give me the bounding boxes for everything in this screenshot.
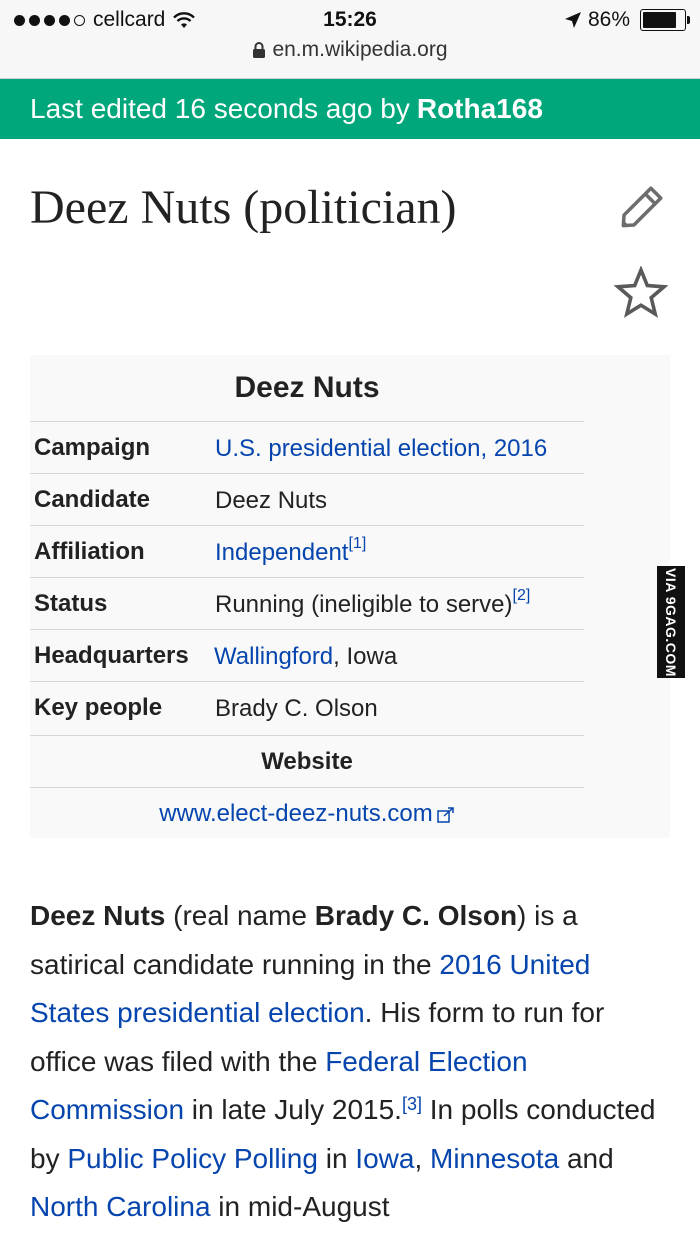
- paragraph-text: in late July 2015.: [184, 1094, 402, 1125]
- infobox-value: Running (ineligible to serve)[2]: [215, 587, 530, 619]
- infobox-label: Candidate: [34, 486, 151, 513]
- infobox-row-candidate: Candidate Deez Nuts: [30, 473, 584, 525]
- bold-real-name: Brady C. Olson: [314, 900, 518, 931]
- last-edited-user[interactable]: Rotha168: [417, 93, 543, 125]
- lock-icon: [253, 41, 266, 58]
- last-edited-banner[interactable]: Last edited 16 seconds ago by Rotha168: [0, 79, 700, 139]
- headquarters-suffix: , Iowa: [333, 643, 398, 670]
- infobox-value: Deez Nuts: [215, 487, 328, 514]
- url-bar[interactable]: en.m.wikipedia.org: [0, 38, 700, 62]
- infobox-row-status: Status Running (ineligible to serve)[2]: [30, 577, 584, 629]
- headquarters-link[interactable]: Wallingford: [214, 643, 333, 670]
- star-icon[interactable]: [614, 266, 668, 320]
- status-value: Running (ineligible to serve): [215, 591, 513, 618]
- paragraph-text: ,: [414, 1142, 431, 1174]
- infobox: Deez Nuts Campaign U.S. presidential ele…: [30, 355, 670, 838]
- infobox-row-key-people: Key people Brady C. Olson: [30, 681, 584, 733]
- website-row: www.elect-deez-nuts.com: [30, 787, 584, 838]
- iowa-link[interactable]: Iowa: [355, 1143, 414, 1174]
- infobox-title: Deez Nuts: [234, 371, 380, 404]
- infobox-row-headquarters: Headquarters Wallingford, Iowa: [30, 629, 584, 681]
- paragraph-text: and: [559, 1142, 614, 1174]
- affiliation-link[interactable]: Independent: [215, 539, 348, 566]
- infobox-value: U.S. presidential election, 2016: [215, 435, 547, 463]
- infobox-row-affiliation: Affiliation Independent[1]: [30, 525, 584, 577]
- lead-paragraph: Deez Nuts (real name Brady C. Olson) is …: [30, 892, 670, 1232]
- infobox-value: Brady C. Olson: [215, 695, 378, 722]
- north-carolina-link[interactable]: North Carolina: [30, 1191, 211, 1222]
- ppp-link[interactable]: Public Policy Polling: [67, 1143, 318, 1174]
- infobox-value: Wallingford, Iowa: [214, 643, 397, 671]
- infobox-label: Affiliation: [34, 538, 145, 565]
- battery-icon: [640, 9, 690, 31]
- watermark: VIA 9GAG.COM: [657, 566, 685, 678]
- battery-area: 86%: [564, 8, 690, 32]
- page-title: Deez Nuts (politician): [30, 181, 457, 234]
- paragraph-text: in mid-August: [210, 1191, 390, 1222]
- battery-level: [643, 12, 676, 28]
- last-edited-text: Last edited 16 seconds ago by: [30, 93, 410, 124]
- infobox-label: Key people: [34, 694, 163, 721]
- infobox-label: Campaign: [34, 434, 151, 461]
- location-arrow-icon: [564, 12, 581, 28]
- status-bar: cellcard 15:26 86% en.m.wikipedia.org: [0, 0, 700, 79]
- infobox-value: Independent[1]: [215, 535, 366, 567]
- bold-subject: Deez Nuts: [30, 900, 166, 931]
- website-header: Website: [30, 735, 584, 787]
- paragraph-text: in: [317, 1142, 356, 1174]
- battery-percentage: 86%: [587, 8, 630, 31]
- pencil-icon[interactable]: [614, 184, 668, 232]
- minnesota-link[interactable]: Minnesota: [430, 1143, 559, 1174]
- reference-link[interactable]: [3]: [402, 1094, 422, 1114]
- reference-link[interactable]: [1]: [348, 535, 366, 552]
- infobox-label: Status: [34, 590, 108, 617]
- infobox-row-campaign: Campaign U.S. presidential election, 201…: [30, 421, 584, 473]
- paragraph-text: (real name: [165, 900, 315, 931]
- website-link[interactable]: www.elect-deez-nuts.com: [159, 800, 432, 827]
- external-link-icon: [436, 806, 454, 823]
- reference-link[interactable]: [2]: [513, 587, 531, 604]
- url-text: en.m.wikipedia.org: [272, 38, 448, 61]
- campaign-link[interactable]: U.S. presidential election, 2016: [215, 435, 547, 462]
- infobox-label: Headquarters: [34, 642, 189, 669]
